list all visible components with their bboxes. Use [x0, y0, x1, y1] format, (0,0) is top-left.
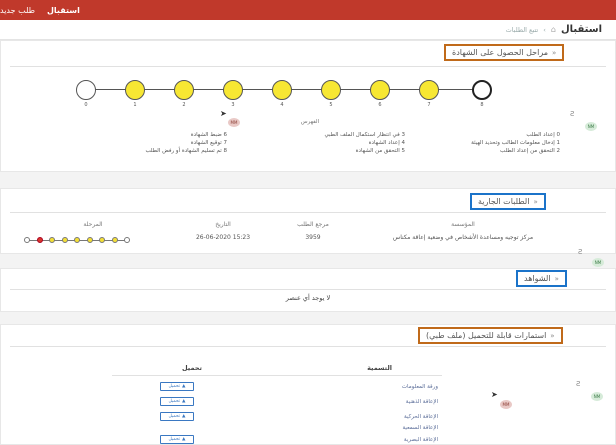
stepper-node [472, 80, 492, 100]
stages-section-title: « مراحل الحصول على الشهادة [444, 44, 565, 61]
breadcrumb-item[interactable]: تتبع الطلبات [506, 26, 539, 34]
download-button[interactable]: ▲ تحميل [160, 382, 194, 391]
stepper-node-number: 7 [427, 102, 431, 108]
chevron-icon: « [554, 274, 559, 283]
download-button[interactable]: ▲ تحميل [160, 412, 194, 421]
upload-icon: ▲ [182, 414, 186, 419]
avatar-badge: MM [228, 118, 240, 127]
request-progress [24, 237, 130, 243]
col-stage: المرحلة [83, 221, 103, 228]
chevron-icon: « [533, 197, 538, 206]
form-link[interactable]: الإعاقة البصرية [404, 437, 438, 443]
progress-dot [24, 237, 30, 243]
current-requests-section-title: « الطلبات الجارية [470, 193, 546, 210]
divider [112, 375, 442, 376]
stepper-node-number: 5 [329, 102, 333, 108]
bracket-icon: Ƨ [578, 248, 583, 256]
table-row: الإعاقة البصرية ▲ تحميل [112, 432, 442, 445]
stepper-node-number: 6 [378, 102, 382, 108]
legend-col2: 3 في انتظار استكمال الملف الطبي 4 إعداد … [324, 132, 405, 154]
stepper-node [174, 80, 194, 100]
stepper-node-number: 0 [84, 102, 88, 108]
chevron-icon: « [550, 331, 555, 340]
col-institution: المؤسسة [451, 221, 475, 228]
stepper-node [370, 80, 390, 100]
nav-new-request[interactable]: طلب جديد [0, 6, 35, 15]
col-reference: مرجع الطلب [297, 221, 329, 228]
form-link[interactable]: ورقة المعلومات [402, 384, 438, 390]
download-button[interactable]: ▲ تحميل [160, 397, 194, 406]
forms-table-header: التسمية تحميل [112, 364, 442, 372]
form-link[interactable]: الإعاقة الذهنية [406, 399, 438, 405]
divider [10, 346, 606, 347]
stepper-node-number: 4 [280, 102, 284, 108]
stepper-node-number: 8 [480, 102, 484, 108]
stepper-node-number: 3 [231, 102, 235, 108]
upload-icon: ▲ [182, 384, 186, 389]
progress-dot [36, 237, 43, 243]
col-download: تحميل [182, 364, 202, 372]
nav-home[interactable]: استقبال [47, 6, 80, 15]
cursor-icon: ➤ [491, 390, 498, 399]
form-link[interactable]: الإعاقة السمعية [402, 425, 438, 431]
progress-dot [111, 237, 118, 243]
stepper-node-number: 2 [182, 102, 186, 108]
progress-dot [61, 237, 68, 243]
stepper-node [125, 80, 145, 100]
chevron-icon: « [552, 48, 557, 57]
certificate-stepper: 0 1 2 3 4 5 6 7 8 [76, 80, 492, 108]
bracket-icon: Ƨ [576, 380, 581, 388]
col-date: التاريخ [215, 221, 231, 228]
upload-icon: ▲ [182, 399, 186, 404]
breadcrumb-separator: › [543, 25, 546, 34]
progress-dot [86, 237, 93, 243]
form-link[interactable]: الإعاقة الحركية [404, 414, 438, 420]
legend-col3: 6 ضبط الشهادة 7 توقيع الشهادة 8 تم تسليم… [145, 132, 227, 154]
upload-icon: ▲ [182, 437, 186, 442]
progress-dot [99, 237, 105, 243]
table-row: الإعاقة الحركية ▲ تحميل [112, 409, 442, 424]
cell-date: 15:23 26-06-2020 [195, 234, 251, 241]
top-navbar: استقبال طلب جديد [0, 0, 616, 20]
stepper-node [272, 80, 292, 100]
stepper-node [223, 80, 243, 100]
table-row: الإعاقة السمعية [112, 424, 442, 432]
breadcrumb: استقبال ⌂ › تتبع الطلبات [0, 20, 616, 40]
divider [10, 66, 606, 67]
legend-title: الفهرس [300, 119, 320, 125]
evidence-section-title: « الشواهد [516, 270, 567, 287]
stepper-node [321, 80, 341, 100]
home-icon[interactable]: ⌂ [551, 25, 556, 34]
legend-col1: 0 إعداد الطلب 1 إدخال معلومات الطالب وتح… [471, 132, 560, 154]
progress-dot [124, 237, 130, 243]
page-title: استقبال [560, 24, 602, 35]
table-row: الإعاقة الذهنية ▲ تحميل [112, 394, 442, 409]
cell-institution: مركز توجيه ومساعدة الأشخاص في وضعية إعاق… [392, 234, 534, 241]
progress-dot [74, 237, 80, 243]
divider [10, 289, 606, 290]
cursor-icon: ➤ [220, 109, 227, 118]
download-button[interactable]: ▲ تحميل [160, 435, 194, 444]
forms-table: التسمية تحميل ورقة المعلومات ▲ تحميل الإع… [112, 364, 442, 445]
forms-section-title: « استمارات قابلة للتحميل (ملف طبي) [418, 327, 563, 344]
col-name: التسمية [367, 364, 392, 372]
progress-dot [49, 237, 55, 243]
cell-reference: 3959 [305, 234, 321, 241]
table-row: ورقة المعلومات ▲ تحميل [112, 379, 442, 394]
stepper-node [76, 80, 96, 100]
empty-message: لا يوجد أي عنصر [285, 294, 331, 302]
avatar-badge: NM [592, 258, 604, 267]
bracket-icon: Ƨ [570, 110, 575, 118]
avatar-badge: NM [591, 392, 603, 401]
avatar-badge: NM [585, 122, 597, 131]
avatar-badge: MM [500, 400, 512, 409]
stepper-node [419, 80, 439, 100]
divider [10, 212, 606, 213]
stepper-node-number: 1 [133, 102, 137, 108]
